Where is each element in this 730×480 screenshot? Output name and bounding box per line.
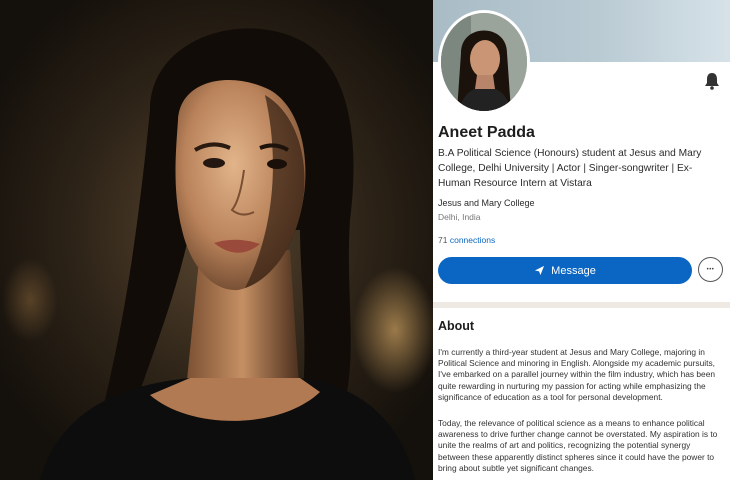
profile-location: Delhi, India [438,212,481,222]
about-paragraph: Today, the relevance of political scienc… [438,418,718,473]
about-title: About [438,319,475,333]
linkedin-profile-panel: Aneet Padda B.A Political Science (Honou… [433,0,730,480]
avatar[interactable] [438,10,530,114]
message-button-label: Message [551,264,596,277]
bell-icon[interactable] [704,72,720,90]
section-divider [433,302,730,308]
send-icon [535,265,545,276]
profile-headline: B.A Political Science (Honours) student … [438,148,702,189]
profile-school[interactable]: Jesus and Mary College [438,198,535,208]
about-paragraph: I'm currently a third-year student at Je… [438,347,716,402]
portrait-photo [0,0,433,480]
message-button[interactable]: Message [438,257,692,284]
connections-label: connections [449,235,496,245]
connections-count: 71 [438,235,448,245]
more-icon: ••• [706,266,715,273]
more-options-button[interactable]: ••• [698,257,723,282]
profile-name: Aneet Padda [438,124,535,141]
profile-connections[interactable]: 71 connections [438,235,495,245]
